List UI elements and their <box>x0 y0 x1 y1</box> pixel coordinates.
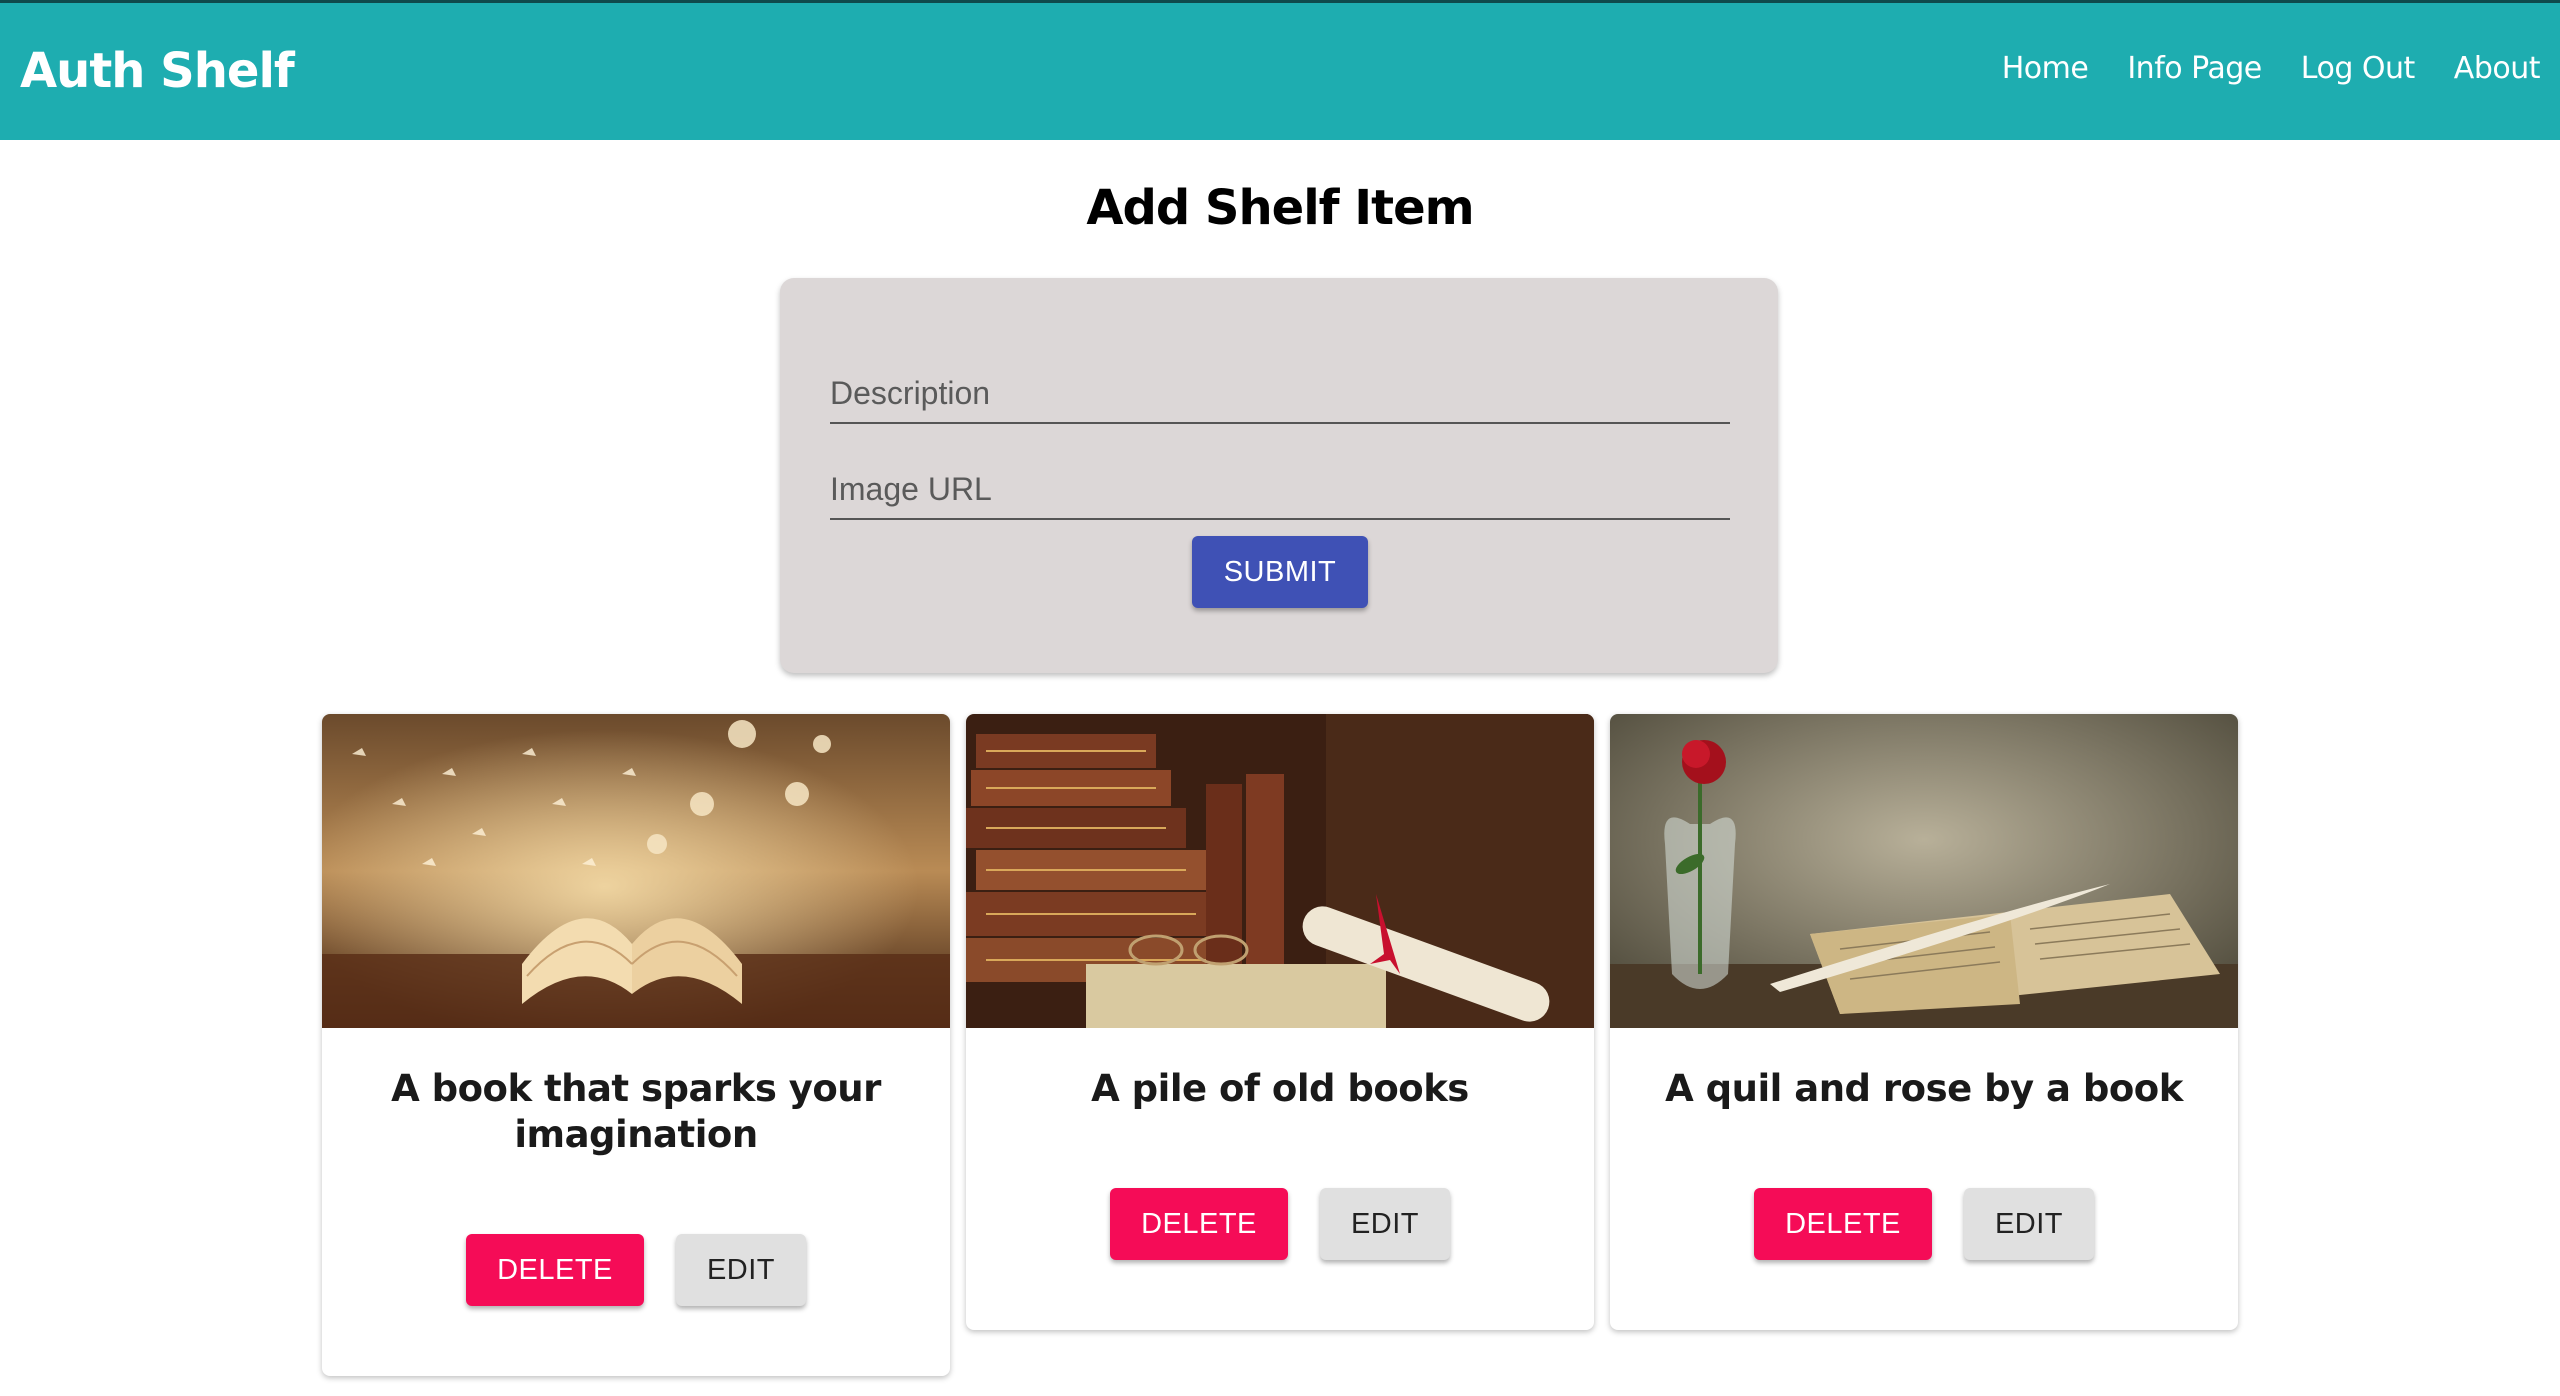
shelf-item-image-old-books <box>966 714 1594 1028</box>
shelf-item-description: A quil and rose by a book <box>1665 1067 2183 1110</box>
shelf-item-actions: DELETE EDIT <box>1610 1188 2238 1260</box>
top-navbar: Auth Shelf Home Info Page Log Out About <box>0 0 2560 140</box>
nav-links: Home Info Page Log Out About <box>2002 51 2541 86</box>
shelf-item-actions: DELETE EDIT <box>322 1234 950 1306</box>
shelf-item-image-rose-quill <box>1610 714 2238 1028</box>
shelf-item-card: A quil and rose by a book DELETE EDIT <box>1610 714 2238 1330</box>
edit-button[interactable]: EDIT <box>1320 1188 1450 1260</box>
shelf-item-description: A pile of old books <box>1091 1067 1469 1110</box>
submit-button[interactable]: SUBMIT <box>1192 536 1368 608</box>
shelf-item-image-open-book <box>322 714 950 1028</box>
shelf-item-actions: DELETE EDIT <box>966 1188 1594 1260</box>
nav-link-home[interactable]: Home <box>2002 51 2089 86</box>
description-input[interactable] <box>830 364 1730 424</box>
image-url-input[interactable] <box>830 460 1730 520</box>
shelf-item-description: A book that sparks your imagination <box>391 1067 881 1156</box>
page-title: Add Shelf Item <box>1086 180 1474 236</box>
edit-button[interactable]: EDIT <box>1964 1188 2094 1260</box>
shelf-item-card: A book that sparks your imagination DELE… <box>322 714 950 1376</box>
nav-link-about[interactable]: About <box>2454 51 2541 86</box>
shelf-item-list: A book that sparks your imagination DELE… <box>322 714 2238 1394</box>
edit-button[interactable]: EDIT <box>676 1234 806 1306</box>
delete-button[interactable]: DELETE <box>1754 1188 1932 1260</box>
shelf-item-card: A pile of old books DELETE EDIT <box>966 714 1594 1330</box>
delete-button[interactable]: DELETE <box>1110 1188 1288 1260</box>
nav-link-info-page[interactable]: Info Page <box>2127 51 2262 86</box>
nav-link-log-out[interactable]: Log Out <box>2301 51 2416 86</box>
delete-button[interactable]: DELETE <box>466 1234 644 1306</box>
brand-title[interactable]: Auth Shelf <box>20 43 295 99</box>
